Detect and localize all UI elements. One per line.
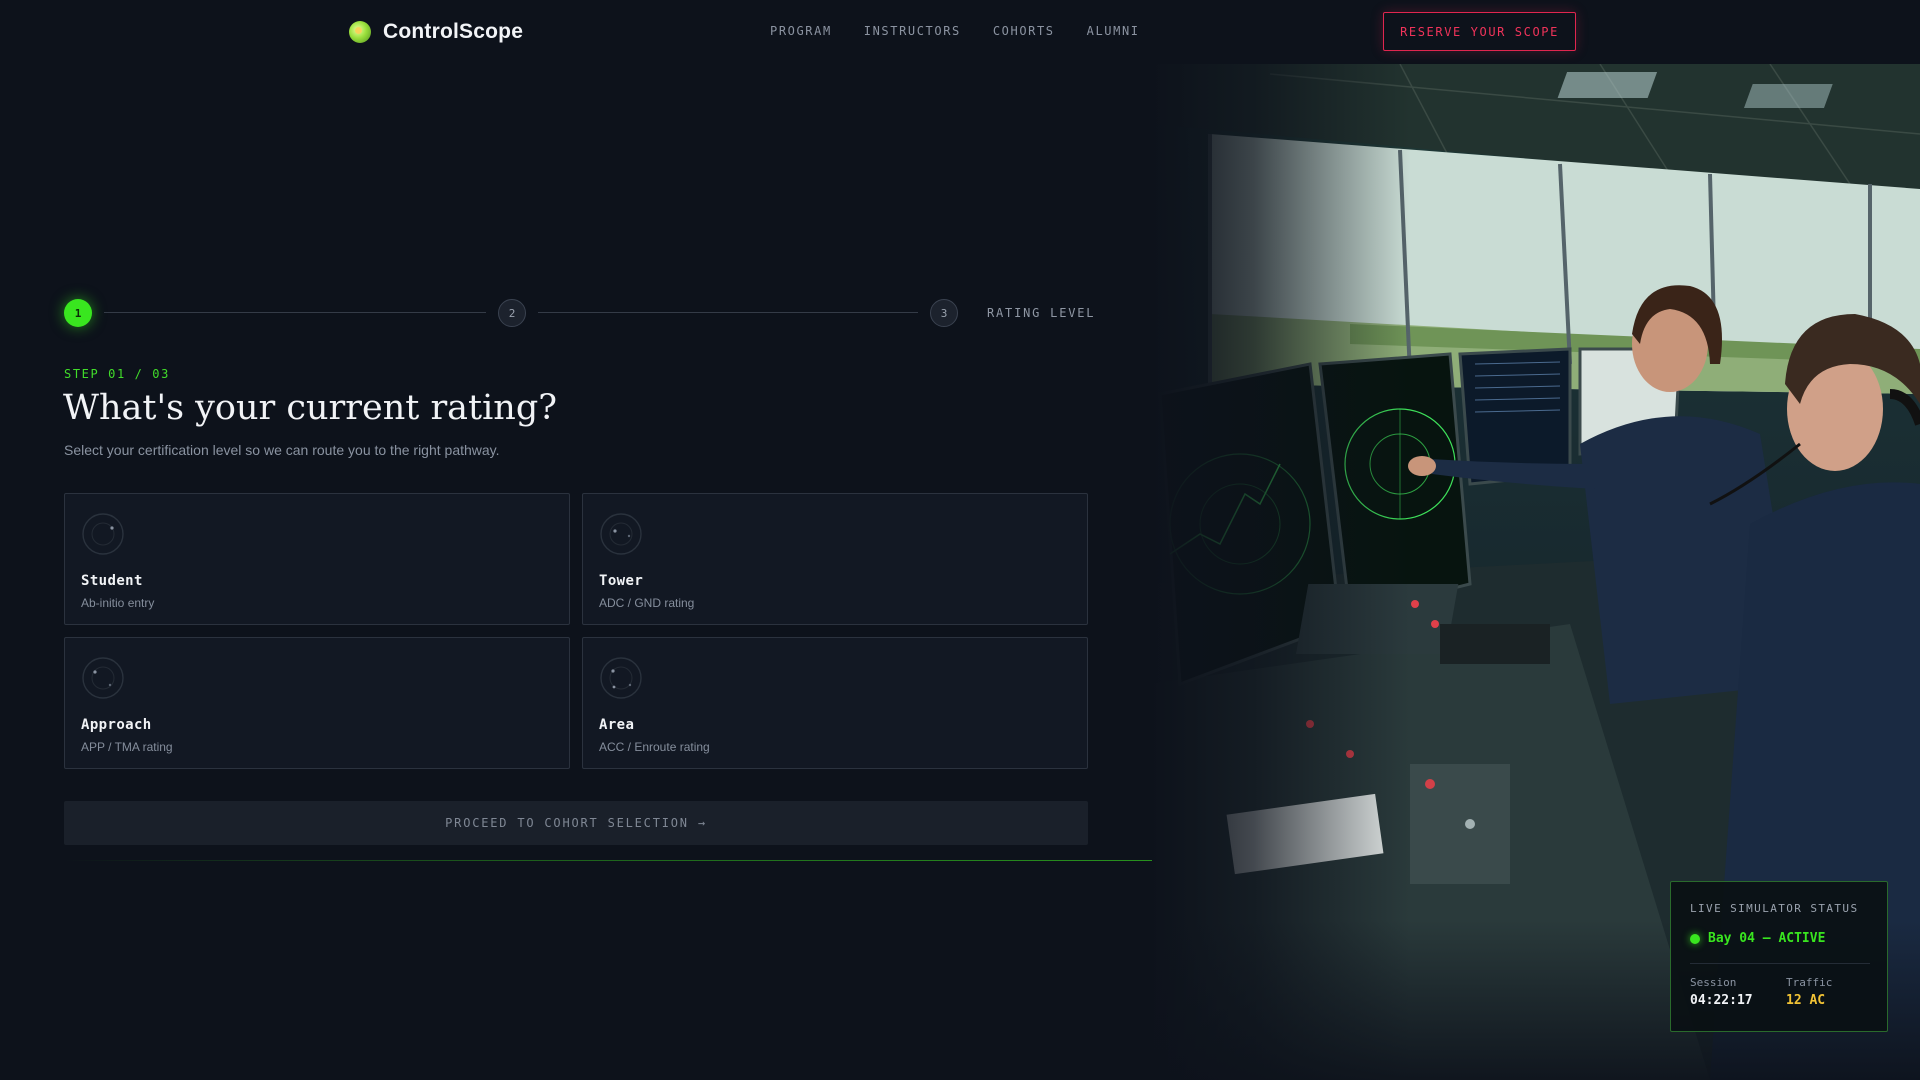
step-connector [104, 312, 486, 313]
step-2-indicator[interactable]: 2 [498, 299, 526, 327]
proceed-to-cohort-button[interactable]: PROCEED TO COHORT SELECTION → [64, 801, 1088, 845]
rating-option-area[interactable]: Area ACC / Enroute rating [582, 637, 1088, 769]
step-3-indicator[interactable]: 3 [930, 299, 958, 327]
traffic-value: 12 AC [1786, 993, 1826, 1008]
reserve-scope-button[interactable]: RESERVE YOUR SCOPE [1383, 12, 1576, 51]
radar-globe-icon [349, 21, 371, 43]
rating-option-tower[interactable]: Tower ADC / GND rating [582, 493, 1088, 625]
progress-stepper: 1 2 3 RATING LEVEL [64, 299, 1093, 327]
session-label: Session [1690, 976, 1737, 989]
radar-scope-icon [600, 657, 642, 699]
step-1-indicator[interactable]: 1 [64, 299, 92, 327]
divider [1690, 963, 1870, 964]
session-value: 04:22:17 [1690, 993, 1753, 1008]
page-title: What's your current rating? [63, 388, 558, 428]
option-title: Approach [81, 717, 152, 733]
status-state-text: Bay 04 — ACTIVE [1708, 931, 1826, 946]
top-nav: ControlScope PROGRAM INSTRUCTORS COHORTS… [0, 0, 1920, 64]
option-description: ADC / GND rating [599, 596, 695, 610]
radar-scope-icon [600, 513, 642, 555]
rating-option-student[interactable]: Student Ab-initio entry [64, 493, 570, 625]
step-label-rating-level: RATING LEVEL [987, 306, 1096, 320]
nav-link-cohorts[interactable]: COHORTS [993, 24, 1055, 38]
live-simulator-status-panel: LIVE SIMULATOR STATUS Bay 04 — ACTIVE Se… [1670, 881, 1888, 1032]
nav-link-alumni[interactable]: ALUMNI [1087, 24, 1140, 38]
traffic-metric: Traffic 12 AC [1786, 976, 1832, 1008]
status-heading: LIVE SIMULATOR STATUS [1690, 902, 1859, 915]
step-kicker: STEP 01 / 03 [64, 367, 170, 381]
step-connector [538, 312, 918, 313]
status-dot-icon [1690, 933, 1700, 944]
radar-scope-icon [82, 513, 124, 555]
nav-link-instructors[interactable]: INSTRUCTORS [864, 24, 961, 38]
option-title: Tower [599, 573, 644, 589]
nav-link-program[interactable]: PROGRAM [770, 24, 832, 38]
nav-links: PROGRAM INSTRUCTORS COHORTS ALUMNI [770, 24, 1140, 38]
option-description: ACC / Enroute rating [599, 740, 710, 754]
brand[interactable]: ControlScope [349, 19, 523, 45]
option-title: Student [81, 573, 143, 589]
rating-option-approach[interactable]: Approach APP / TMA rating [64, 637, 570, 769]
option-description: Ab-initio entry [81, 596, 155, 610]
divider [64, 860, 1152, 861]
status-state: Bay 04 — ACTIVE [1690, 931, 1825, 946]
brand-name: ControlScope [383, 20, 524, 43]
option-description: APP / TMA rating [81, 740, 173, 754]
radar-scope-icon [82, 657, 124, 699]
option-title: Area [599, 717, 635, 733]
traffic-label: Traffic [1786, 976, 1833, 989]
session-metric: Session 04:22:17 [1690, 976, 1753, 1008]
page-subtitle: Select your certification level so we ca… [64, 442, 500, 458]
